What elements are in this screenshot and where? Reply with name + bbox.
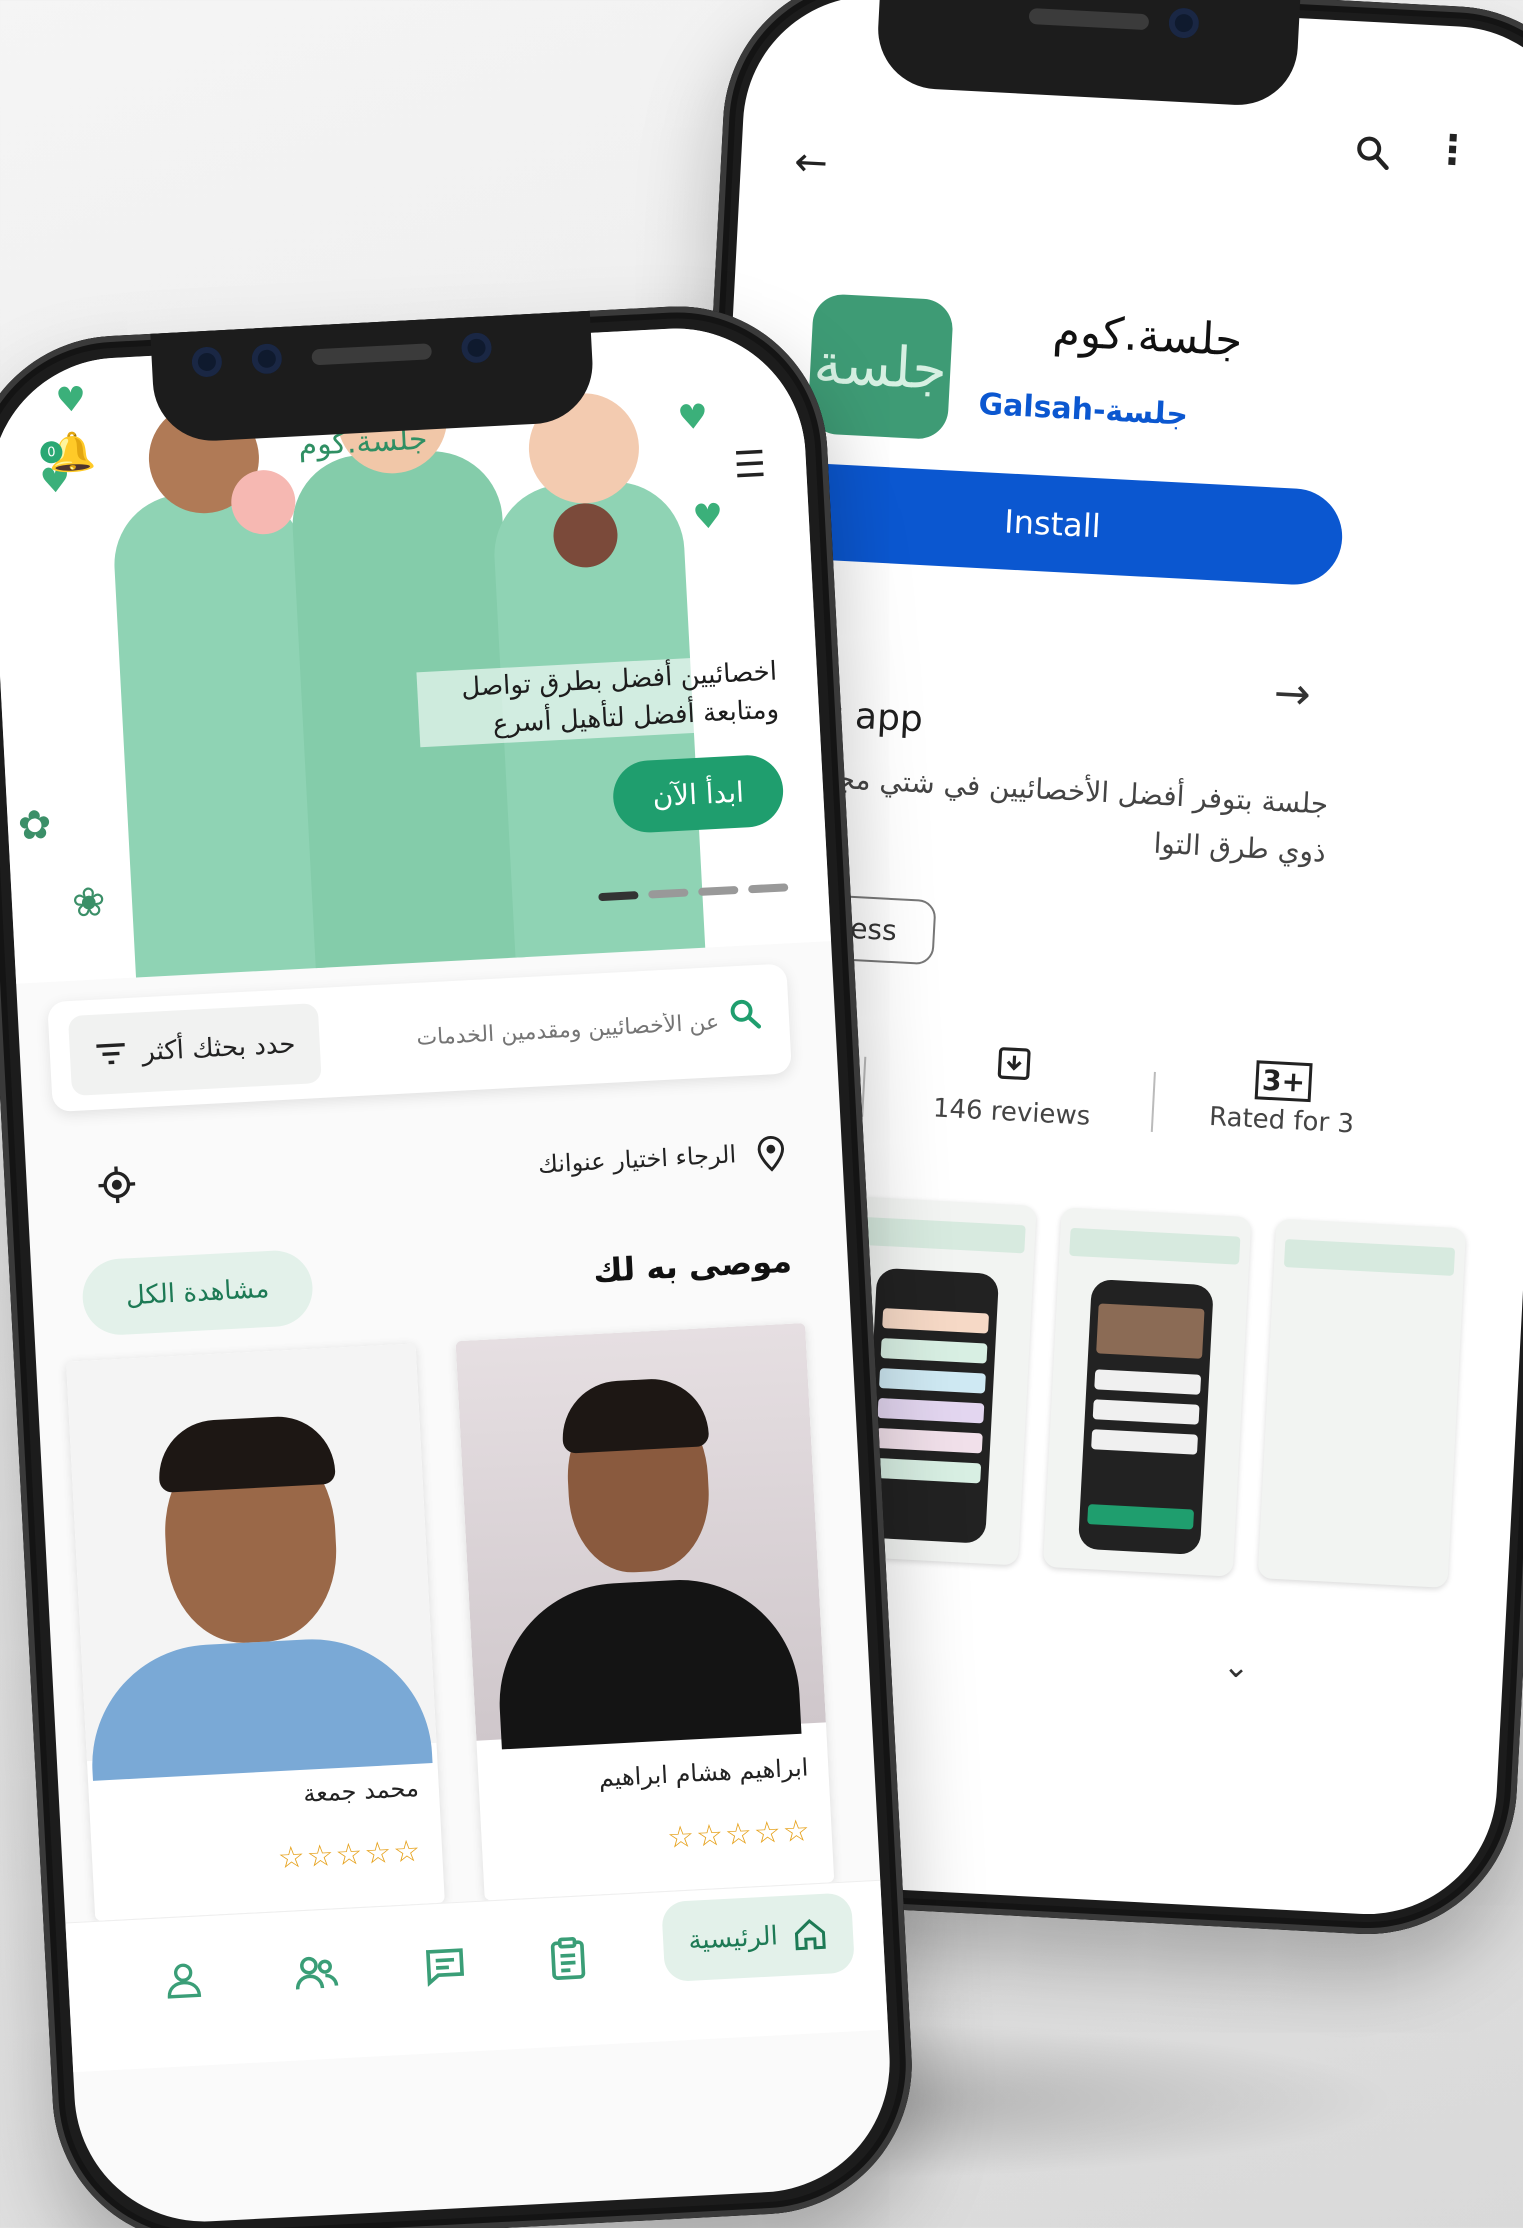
app-screen: ✿ ❀ ♥ ♥ ♥ ♥ جلسة.كوم 🔔 0 ☰ اخصائيين أفضل… (0, 321, 897, 2228)
more-vert-icon[interactable]: ⋮ (1431, 119, 1474, 181)
person-icon (167, 1963, 202, 1999)
search-icon[interactable] (726, 995, 764, 1042)
filter-button[interactable]: حدد بحثك أكثر (67, 1003, 322, 1097)
specialist-photo (66, 1343, 437, 1781)
heart-decoration: ♥ (54, 379, 88, 421)
carousel-dot[interactable] (748, 883, 789, 894)
filter-icon (96, 1042, 126, 1065)
photo-body (86, 1633, 433, 1781)
screenshot-thumb[interactable] (1257, 1218, 1467, 1588)
see-all-button[interactable]: مشاهدة الكل (80, 1248, 315, 1337)
screenshot-thumb[interactable] (1042, 1207, 1252, 1577)
menu-icon[interactable]: ☰ (733, 444, 767, 487)
photo-hair (559, 1376, 710, 1454)
group-icon (295, 1956, 339, 1990)
age-rating-icon: 3+ (1183, 1054, 1385, 1105)
app-icon: جلسة (806, 293, 955, 441)
app-title: جلسة.كوم (1051, 305, 1244, 367)
store-top-bar: ← ⋮ (739, 99, 1523, 243)
specialist-photo (455, 1322, 826, 1750)
front-camera (1168, 7, 1200, 39)
rating-stars: ☆☆☆☆☆ (666, 1813, 813, 1856)
nav-specialists[interactable] (292, 1949, 341, 2005)
nav-profile[interactable] (162, 1956, 205, 2012)
recommended-title: موصى به لك (592, 1241, 793, 1290)
carousel-dot[interactable] (698, 885, 739, 896)
developer-link[interactable]: Galsah-جلسة (978, 387, 1189, 433)
age-rating-badge: 3+ (1254, 1060, 1314, 1103)
front-camera (191, 346, 223, 378)
phone-notch (150, 310, 596, 444)
search-input[interactable] (337, 989, 721, 1075)
location-row[interactable]: الرجاء اختيار عنوانك (56, 1123, 799, 1232)
location-pin-icon (755, 1134, 787, 1183)
front-camera (460, 332, 493, 364)
nav-home-label: الرئيسية (687, 1921, 779, 1956)
heart-decoration: ♥ (691, 496, 725, 538)
app-icon-text: جلسة (812, 330, 949, 403)
install-button[interactable]: Install (760, 460, 1345, 587)
rating-stat: 3+ Rated for 3 (1181, 1054, 1385, 1141)
screenshot-caption-bar (1283, 1239, 1456, 1276)
chevron-down-icon[interactable]: ⌄ (1222, 1646, 1251, 1685)
chat-icon (425, 1948, 465, 1987)
about-arrow-icon[interactable]: → (1273, 668, 1312, 721)
home-icon (794, 1919, 826, 1951)
photo-body (493, 1573, 802, 1750)
reviews-stat: 146 reviews (901, 1039, 1125, 1133)
phone-app-home: ✿ ❀ ♥ ♥ ♥ ♥ جلسة.كوم 🔔 0 ☰ اخصائيين أفضل… (0, 298, 920, 2228)
rated-for-label: Rated for 3 (1208, 1101, 1355, 1140)
search-bar: حدد بحثك أكثر (47, 963, 792, 1113)
specialist-card[interactable]: محمد جمعة ☆☆☆☆☆ (66, 1343, 445, 1921)
speaker-grille (311, 343, 433, 366)
nav-home[interactable]: الرئيسية (661, 1892, 856, 1983)
nav-bookings[interactable] (547, 1936, 590, 1992)
gps-target-icon[interactable] (96, 1164, 139, 1216)
leaf-decoration: ✿ (16, 801, 53, 850)
nav-chat[interactable] (422, 1943, 469, 1999)
speaker-grille (1028, 7, 1150, 31)
front-camera (251, 343, 283, 375)
specialist-card[interactable]: ابراهيم هشام ابراهيم ☆☆☆☆☆ (455, 1322, 835, 1901)
reviews-count: 146 reviews (932, 1093, 1091, 1132)
specialist-name: محمد جمعة (302, 1773, 420, 1808)
rating-stars: ☆☆☆☆☆ (276, 1833, 424, 1877)
filter-label: حدد بحثك أكثر (141, 1029, 297, 1068)
recommended-header: مشاهدة الكل موصى به لك (61, 1223, 804, 1342)
heart-decoration: ♥ (676, 396, 709, 439)
start-now-button[interactable]: ابدأ الآن (611, 753, 785, 835)
location-label: الرجاء اختيار عنوانك (537, 1140, 737, 1179)
clipboard-icon (550, 1936, 586, 1980)
photo-hair (156, 1413, 336, 1493)
back-arrow-icon[interactable]: ← (780, 131, 843, 194)
stats-divider (861, 1056, 867, 1117)
specialist-name: ابراهيم هشام ابراهيم (598, 1753, 810, 1793)
leaf-decoration: ❀ (70, 879, 107, 927)
search-icon[interactable] (1341, 121, 1404, 184)
stats-divider (1150, 1071, 1156, 1132)
screenshot-caption-bar (1069, 1227, 1241, 1265)
screenshot-phone (863, 1267, 1000, 1544)
download-icon (903, 1039, 1125, 1097)
screenshot-phone (1077, 1278, 1214, 1555)
screenshot-caption-bar (854, 1216, 1026, 1254)
